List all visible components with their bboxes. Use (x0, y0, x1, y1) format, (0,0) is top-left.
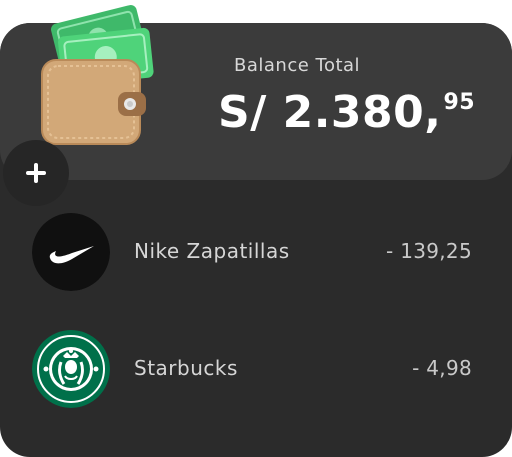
balance-amount-cents: 95 (443, 90, 476, 115)
transaction-row[interactable]: Starbucks - 4,98 (0, 330, 512, 410)
starbucks-logo-icon (32, 330, 110, 408)
transaction-name: Nike Zapatillas (134, 239, 290, 263)
nike-logo-icon (32, 213, 110, 291)
transaction-amount: - 139,25 (386, 239, 472, 263)
plus-icon (26, 163, 46, 183)
transaction-amount: - 4,98 (412, 356, 472, 380)
balance-amount: S/ 2.380,95 (218, 87, 475, 138)
add-button[interactable] (3, 140, 69, 206)
wallet-icon (36, 4, 162, 150)
balance-amount-main: S/ 2.380, (218, 87, 442, 138)
balance-label: Balance Total (234, 55, 361, 76)
transaction-row[interactable]: Nike Zapatillas - 139,25 (0, 213, 512, 293)
transaction-name: Starbucks (134, 356, 238, 380)
